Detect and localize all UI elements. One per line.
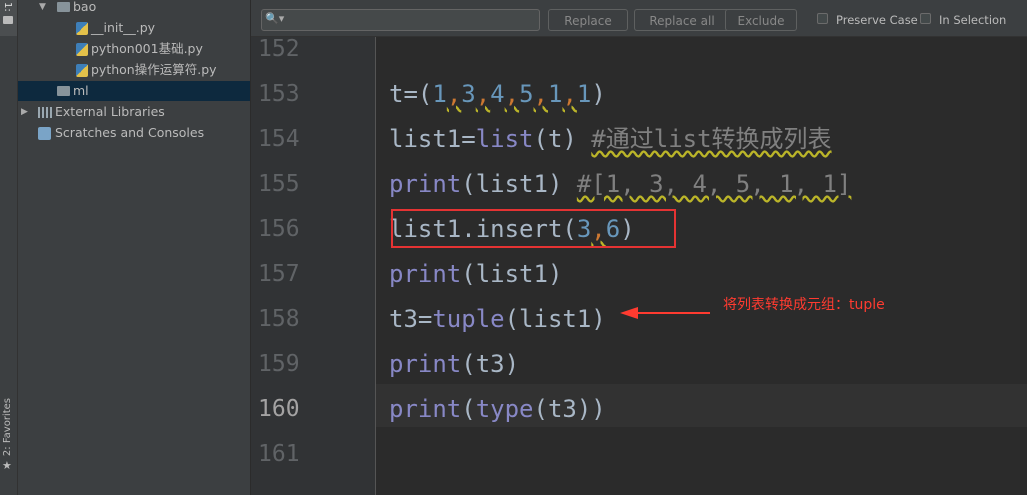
python-file-icon — [76, 22, 88, 35]
line-number: 153 — [258, 81, 300, 107]
folder-icon — [57, 2, 70, 12]
project-folder-icon — [3, 16, 13, 24]
line-number: 161 — [258, 441, 300, 467]
tree-item-label: bao — [73, 0, 97, 14]
code-line-current[interactable]: print(type(t3)) — [389, 394, 606, 424]
preserve-case-label[interactable]: Preserve Case — [836, 13, 918, 27]
in-selection-checkbox[interactable] — [920, 13, 931, 24]
current-line-number: 160 — [258, 396, 300, 422]
line-number: 159 — [258, 351, 300, 377]
tree-item-ml[interactable]: ml — [18, 81, 250, 101]
replace-button[interactable]: Replace — [548, 9, 628, 31]
tree-item-label: python操作运算符.py — [91, 62, 217, 77]
line-number-gutter[interactable]: 152 153 154 155 156 157 158 159 160 161 — [251, 36, 376, 495]
tree-item-python-operators[interactable]: python操作运算符.py — [18, 60, 250, 80]
collapse-arrow-icon[interactable]: ▶ — [21, 102, 28, 122]
search-history-icon[interactable]: 🔍▾ — [265, 12, 284, 26]
code-line[interactable]: list1=list(t) #通过list转换成列表 — [389, 124, 832, 154]
code-line[interactable]: print(t3) — [389, 349, 519, 379]
annotation-text: 将列表转换成元组：tuple — [723, 297, 885, 313]
folder-icon — [57, 86, 70, 96]
replace-input[interactable]: 🔍▾ — [261, 9, 540, 31]
line-number: 155 — [258, 171, 300, 197]
line-number: 156 — [258, 216, 300, 242]
code-line[interactable]: t=(1,3,4,5,1,1) — [389, 79, 606, 109]
line-number: 152 — [258, 36, 300, 62]
exclude-button[interactable]: Exclude — [725, 9, 797, 31]
code-editor[interactable]: t=(1,3,4,5,1,1) list1=list(t) #通过list转换成… — [376, 37, 1027, 495]
favorites-tab[interactable]: 2: Favorites — [2, 398, 13, 456]
annotation-arrow-icon — [620, 307, 710, 319]
code-line[interactable]: t3=tuple(list1) — [389, 304, 606, 334]
tree-item-label: __init__.py — [91, 20, 156, 35]
python-file-icon — [76, 43, 88, 56]
scratches-icon — [38, 127, 51, 140]
preserve-case-checkbox[interactable] — [817, 13, 828, 24]
tree-item-bao[interactable]: ▼ bao — [18, 0, 250, 17]
tool-window-strip: 1: 2: Favorites ★ — [0, 0, 18, 495]
expand-arrow-icon[interactable]: ▼ — [39, 0, 46, 17]
favorites-star-icon[interactable]: ★ — [2, 459, 12, 472]
tree-item-external-libraries[interactable]: ▶ External Libraries — [18, 102, 250, 122]
project-tool-tab[interactable]: 1: — [0, 0, 17, 36]
tree-item-init-py[interactable]: __init__.py — [18, 18, 250, 38]
highlight-box — [391, 209, 676, 248]
line-number: 157 — [258, 261, 300, 287]
tree-item-scratches[interactable]: Scratches and Consoles — [18, 123, 250, 143]
tree-item-python001[interactable]: python001基础.py — [18, 39, 250, 59]
find-replace-bar: 🔍▾ Replace Replace all Exclude Preserve … — [251, 0, 1027, 37]
library-icon — [38, 107, 52, 118]
code-line[interactable]: print(list1) #[1, 3, 4, 5, 1, 1] — [389, 169, 851, 199]
line-number: 154 — [258, 126, 300, 152]
code-line[interactable]: print(list1) — [389, 259, 562, 289]
python-file-icon — [76, 64, 88, 77]
tree-item-label: Scratches and Consoles — [55, 125, 205, 140]
tree-item-label: python001基础.py — [91, 41, 203, 56]
project-panel: ▼ bao __init__.py python001基础.py python操… — [18, 0, 250, 495]
tree-item-label: ml — [73, 83, 89, 98]
project-tab-label: 1: — [2, 2, 13, 12]
line-number: 158 — [258, 306, 300, 332]
tree-item-label: External Libraries — [55, 104, 165, 119]
replace-all-button[interactable]: Replace all — [634, 9, 730, 31]
in-selection-label[interactable]: In Selection — [939, 13, 1006, 27]
